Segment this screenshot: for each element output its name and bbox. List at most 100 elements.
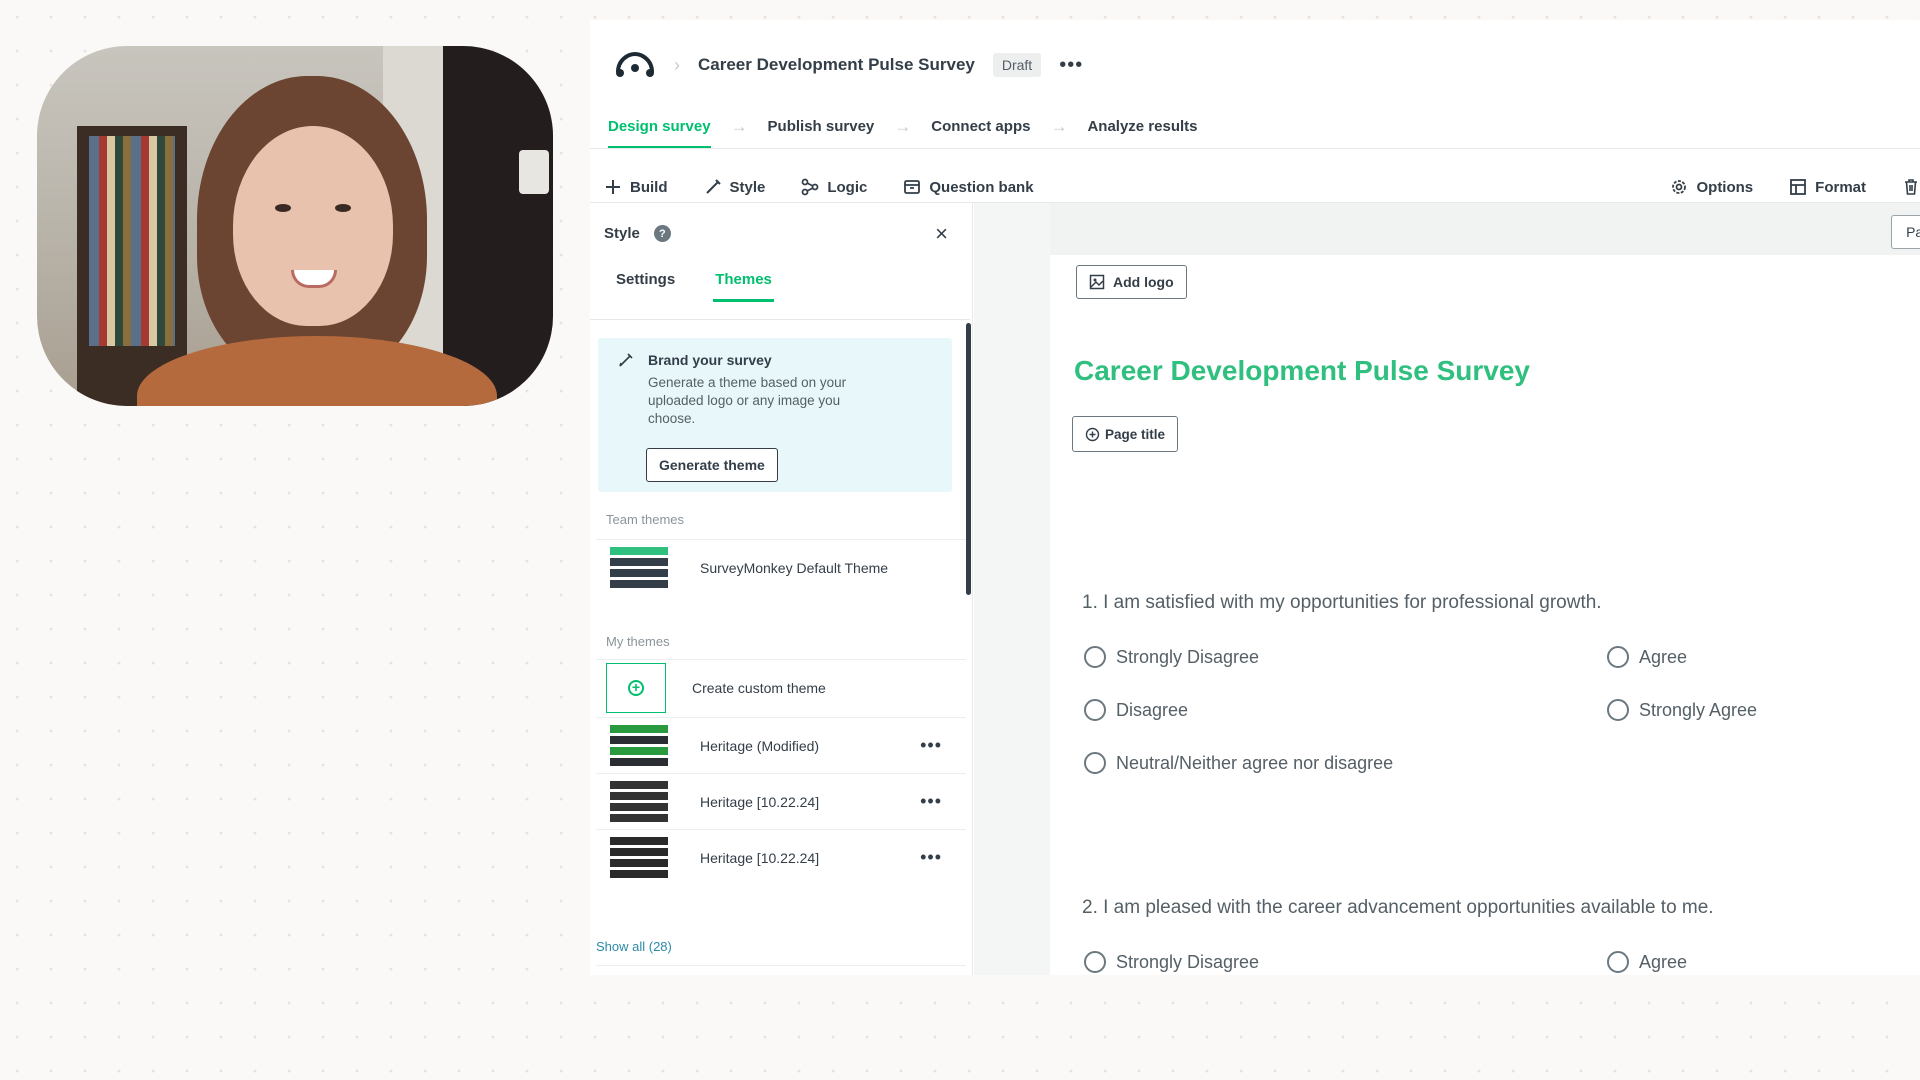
question-bank-button[interactable]: Question bank: [903, 178, 1034, 196]
tab-themes[interactable]: Themes: [713, 271, 774, 302]
theme-name: Heritage [10.22.24]: [700, 793, 820, 810]
survey-name[interactable]: Career Development Pulse Survey: [698, 55, 975, 75]
close-icon[interactable]: ×: [935, 221, 948, 247]
radio-option[interactable]: Neutral/Neither agree nor disagree: [1084, 752, 1393, 774]
survey-editor-window: › Career Development Pulse Survey Draft …: [590, 20, 1920, 975]
logic-label: Logic: [827, 178, 868, 196]
step-navigation: Design survey → Publish survey → Connect…: [608, 102, 1198, 152]
add-logo-button[interactable]: Add logo: [1076, 265, 1187, 299]
swatch-bar: [610, 557, 668, 566]
theme-item-heritage-2[interactable]: Heritage [10.22.24] •••: [596, 829, 966, 885]
surveymonkey-logo-icon[interactable]: [614, 50, 656, 80]
image-icon: [1089, 274, 1105, 290]
theme-swatch: [610, 544, 668, 592]
tab-publish-survey[interactable]: Publish survey: [768, 106, 875, 149]
build-button[interactable]: Build: [604, 178, 668, 196]
page-selector-button[interactable]: Pag: [1891, 215, 1920, 249]
help-icon[interactable]: ?: [653, 225, 671, 242]
gear-icon: [1672, 180, 1687, 194]
question-2-text[interactable]: 2. I am pleased with the career advancem…: [1082, 897, 1714, 919]
generate-theme-button[interactable]: Generate theme: [646, 448, 778, 482]
arrow-right-icon: →: [894, 117, 912, 136]
top-bar: › Career Development Pulse Survey Draft …: [590, 20, 1920, 110]
status-badge: Draft: [992, 53, 1042, 77]
style-panel: Style ? × Settings Themes Brand your sur…: [590, 203, 973, 975]
presenter-face: [233, 126, 393, 326]
radio-option[interactable]: Strongly Disagree: [1084, 951, 1259, 973]
survey-page: Pag Add logo Career Development Pulse Su…: [1050, 203, 1920, 975]
radio-option[interactable]: Agree: [1607, 951, 1687, 973]
plus-circle-icon: +: [628, 679, 644, 696]
theme-item-heritage-1[interactable]: Heritage [10.22.24] •••: [596, 773, 966, 829]
swatch-bar: [610, 758, 668, 767]
radio-button[interactable]: [1607, 699, 1629, 721]
option-label: Strongly Disagree: [1116, 646, 1260, 667]
format-grid-icon: [1790, 179, 1807, 195]
door-handle: [519, 150, 549, 194]
format-button[interactable]: Format: [1789, 178, 1866, 196]
option-label: Strongly Agree: [1639, 699, 1758, 720]
build-label: Build: [630, 178, 668, 196]
swatch-bar: [610, 569, 668, 578]
radio-option[interactable]: Agree: [1607, 646, 1687, 668]
radio-button[interactable]: [1084, 951, 1106, 973]
add-page-title-button[interactable]: Page title: [1072, 416, 1179, 452]
radio-button[interactable]: [1084, 646, 1106, 668]
logic-button[interactable]: Logic: [801, 178, 867, 196]
divider: [596, 965, 966, 966]
pen-icon: [619, 353, 633, 367]
options-label: Options: [1696, 178, 1754, 196]
more-options-icon[interactable]: •••: [1059, 54, 1083, 77]
page-header-strip: [1050, 203, 1920, 255]
radio-button[interactable]: [1607, 646, 1629, 668]
question-1-text[interactable]: 1. I am satisfied with my opportunities …: [1082, 592, 1602, 614]
door: [443, 46, 553, 406]
more-options-icon[interactable]: •••: [920, 791, 942, 812]
theme-swatch: [610, 834, 668, 882]
style-label: Style: [729, 178, 766, 196]
option-label: Disagree: [1116, 699, 1189, 720]
radio-option[interactable]: Strongly Disagree: [1084, 646, 1259, 668]
style-button[interactable]: Style: [704, 178, 766, 196]
scrollbar[interactable]: [966, 323, 971, 595]
more-options-icon[interactable]: •••: [920, 735, 942, 756]
swatch-bar: [610, 870, 668, 879]
style-panel-tabs: Settings Themes: [616, 271, 774, 302]
create-custom-theme-item[interactable]: + Create custom theme: [596, 659, 966, 715]
page-title-label: Page title: [1105, 426, 1166, 442]
tab-settings[interactable]: Settings: [616, 271, 675, 302]
show-all-themes-link[interactable]: Show all (28): [596, 939, 672, 954]
books: [89, 136, 175, 346]
arrow-right-icon: →: [1050, 117, 1068, 136]
arrow-right-icon: →: [730, 117, 748, 136]
more-options-icon[interactable]: •••: [920, 847, 942, 868]
webcam-video-overlay: [37, 46, 553, 406]
format-label: Format: [1815, 178, 1866, 196]
delete-button[interactable]: [1902, 178, 1920, 196]
add-theme-box: +: [606, 662, 666, 713]
theme-item-surveymonkey-default[interactable]: SurveyMonkey Default Theme: [596, 539, 966, 595]
radio-button[interactable]: [1607, 951, 1629, 973]
chevron-right-icon: ›: [674, 54, 680, 75]
tab-connect-apps[interactable]: Connect apps: [931, 106, 1030, 149]
add-logo-label: Add logo: [1113, 274, 1174, 290]
radio-option[interactable]: Strongly Agree: [1607, 699, 1757, 721]
swatch-bar: [610, 803, 668, 812]
options-button[interactable]: Options: [1670, 178, 1753, 196]
radio-option[interactable]: Disagree: [1084, 699, 1188, 721]
brush-icon: [705, 179, 721, 194]
plus-icon: [606, 180, 620, 194]
option-label: Neutral/Neither agree nor disagree: [1116, 752, 1394, 773]
radio-button[interactable]: [1084, 699, 1106, 721]
survey-title[interactable]: Career Development Pulse Survey: [1074, 355, 1530, 387]
tab-design-survey[interactable]: Design survey: [608, 106, 711, 149]
swatch-bar: [610, 735, 668, 744]
swatch-bar: [610, 836, 668, 845]
theme-name: Heritage (Modified): [700, 737, 820, 754]
divider: [590, 319, 970, 320]
trash-icon: [1905, 179, 1917, 195]
radio-button[interactable]: [1084, 752, 1106, 774]
theme-item-heritage-modified[interactable]: Heritage (Modified) •••: [596, 717, 966, 773]
tab-analyze-results[interactable]: Analyze results: [1087, 106, 1197, 149]
question-bank-icon: [904, 180, 921, 194]
